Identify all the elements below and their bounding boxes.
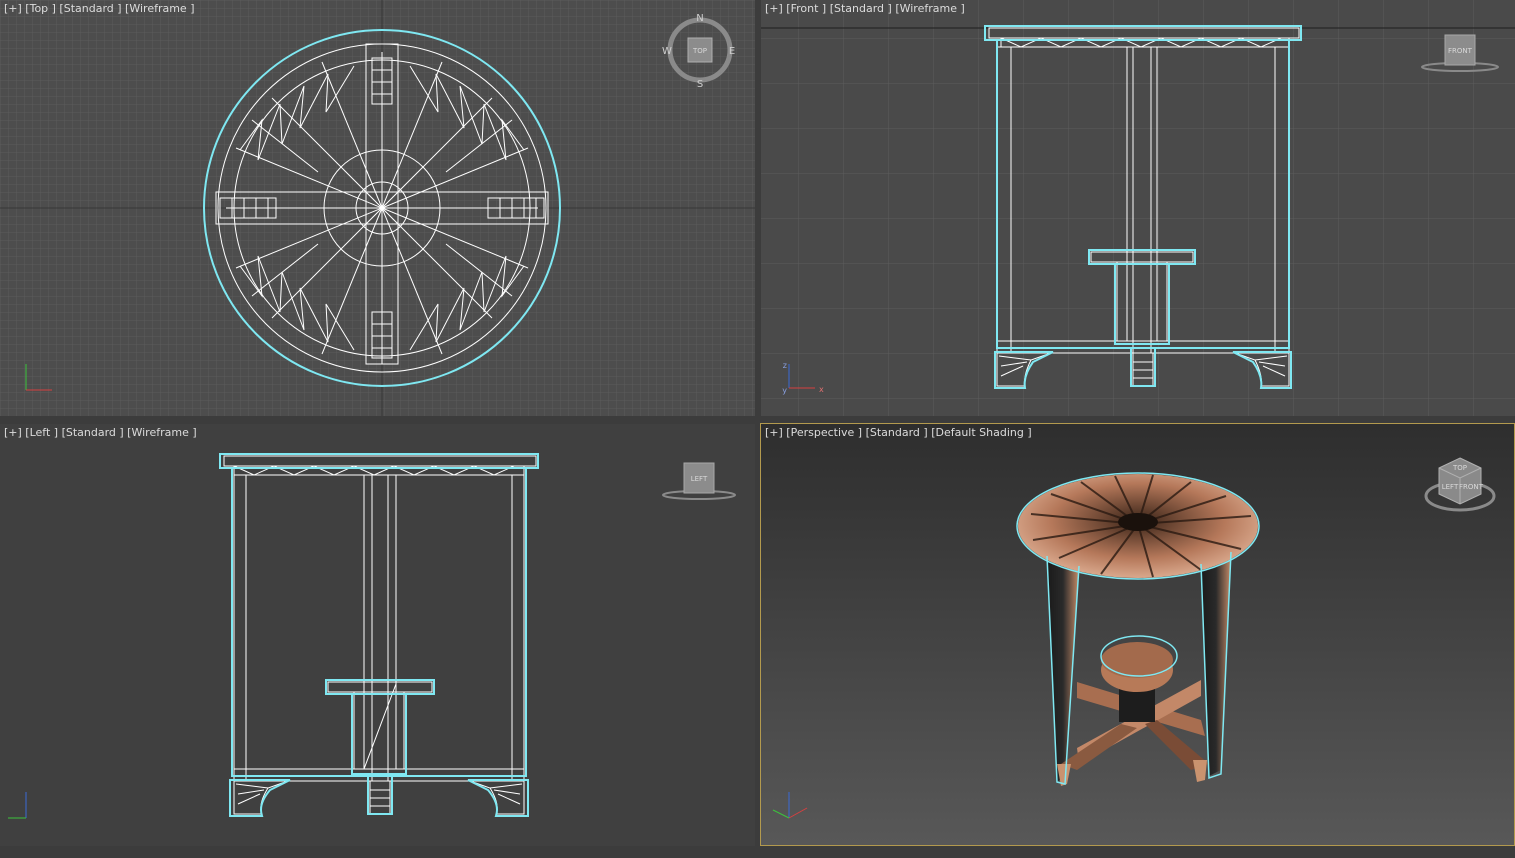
perspective-cube-front-label: FRONT xyxy=(1459,483,1484,491)
cube-face-left-label: LEFT xyxy=(691,475,708,483)
viewport-left-label[interactable]: [+] [Left ] [Standard ] [Wireframe ] xyxy=(4,426,197,439)
compass-east-label: E xyxy=(729,46,735,57)
axis-y-label: y xyxy=(782,386,787,395)
perspective-view-canvas: TOP LEFT FRONT xyxy=(761,424,1515,846)
cube-face-top-label: TOP xyxy=(692,47,707,55)
perspective-cube-top-label: TOP xyxy=(1452,464,1467,472)
top-view-canvas: TOP N S E W xyxy=(0,0,755,416)
axis-x-label: x xyxy=(819,385,824,394)
viewport-top[interactable]: TOP N S E W [+] [Top ] [Standard ] [Wire… xyxy=(0,0,755,416)
viewport-perspective[interactable]: TOP LEFT FRONT [+] [Perspective ] [Stand… xyxy=(761,424,1515,846)
axis-z-label: z xyxy=(783,361,787,370)
front-view-canvas: z y x FRONT xyxy=(761,0,1515,416)
compass-south-label: S xyxy=(697,79,703,90)
viewport-top-label[interactable]: [+] [Top ] [Standard ] [Wireframe ] xyxy=(4,2,195,15)
perspective-cube-left-label: LEFT xyxy=(1442,483,1459,491)
cube-face-front-label: FRONT xyxy=(1448,47,1473,55)
viewport-front-label[interactable]: [+] [Front ] [Standard ] [Wireframe ] xyxy=(765,2,965,15)
viewport-perspective-label[interactable]: [+] [Perspective ] [Standard ] [Default … xyxy=(765,426,1032,439)
compass-west-label: W xyxy=(662,46,672,57)
left-view-canvas: LEFT xyxy=(0,424,755,846)
viewport-left[interactable]: LEFT [+] [Left ] [Standard ] [Wireframe … xyxy=(0,424,755,846)
viewport-front[interactable]: z y x FRONT [+] [Front ] [Standard ] [Wi… xyxy=(761,0,1515,416)
compass-north-label: N xyxy=(696,13,703,24)
